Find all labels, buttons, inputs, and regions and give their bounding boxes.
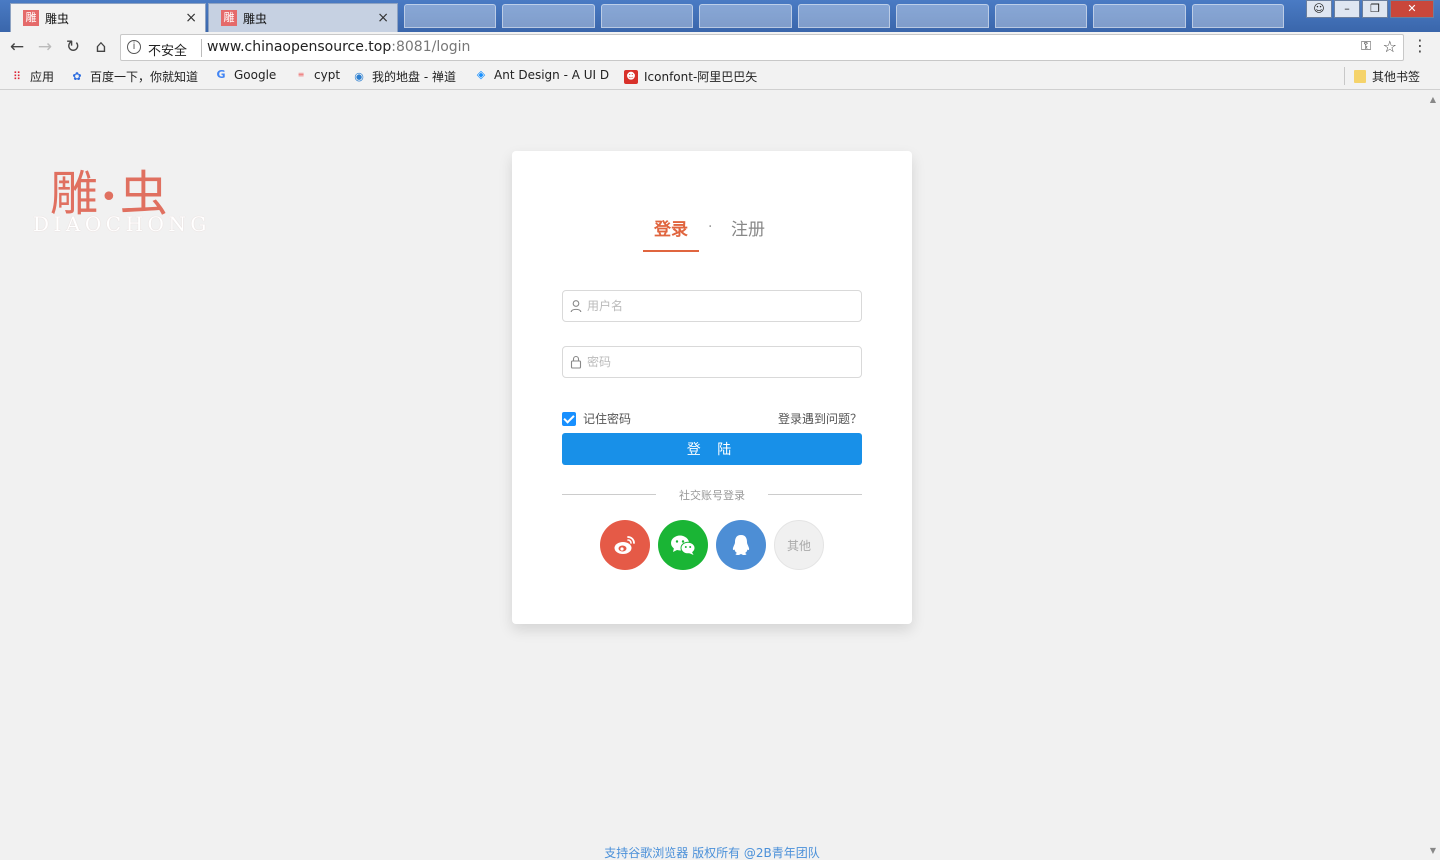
password-field — [562, 346, 862, 378]
minimize-button[interactable]: – — [1334, 0, 1360, 18]
browser-tab[interactable]: 雕 雕虫 × — [208, 3, 398, 32]
qq-icon — [732, 535, 750, 555]
bookmark-item[interactable]: ✿ 百度一下，你就知道 — [70, 68, 198, 85]
globe-icon: ◉ — [354, 69, 364, 83]
forward-button[interactable]: → — [35, 37, 55, 57]
bookmark-item[interactable]: G Google — [214, 68, 276, 82]
ant-design-icon: ◈ — [476, 68, 486, 81]
back-button[interactable]: ← — [7, 37, 27, 57]
background-tab[interactable] — [1191, 4, 1284, 28]
bookmark-label: Ant Design - A UI D — [494, 68, 610, 82]
cypt-icon: ≡ — [297, 70, 305, 79]
remember-password[interactable]: 记住密码 — [562, 410, 631, 427]
scroll-up-icon[interactable]: ▲ — [1430, 95, 1436, 104]
other-bookmarks[interactable]: 其他书签 — [1354, 68, 1420, 85]
tab-register[interactable]: 注册 — [731, 215, 765, 240]
tab-close-icon[interactable]: × — [377, 10, 389, 26]
other-bookmarks-label: 其他书签 — [1372, 70, 1421, 84]
footer-copyright: 支持谷歌浏览器 版权所有 @2B青年团队 — [604, 846, 820, 860]
wechat-login-button[interactable] — [658, 520, 708, 570]
logo-english: DIAOCHONG — [33, 212, 211, 236]
username-input[interactable] — [587, 291, 857, 321]
home-button[interactable]: ⌂ — [91, 37, 111, 57]
bookmark-label: 百度一下，你就知道 — [90, 70, 199, 84]
tab-separator: · — [708, 219, 713, 235]
qq-login-button[interactable] — [716, 520, 766, 570]
iconfont-icon: ☻ — [624, 69, 638, 84]
bookmarks-separator — [1344, 67, 1345, 85]
security-label[interactable]: 不安全 — [148, 40, 187, 59]
google-icon: G — [216, 68, 226, 81]
background-tab[interactable] — [502, 4, 595, 28]
bookmark-label: Iconfont-阿里巴巴矢 — [644, 70, 758, 84]
weibo-login-button[interactable] — [600, 520, 650, 570]
bookmark-item[interactable]: ≡ cypt — [294, 68, 340, 82]
login-trouble-link[interactable]: 登录遇到问题？ — [778, 410, 862, 427]
bookmark-label: 应用 — [30, 70, 55, 84]
tab-close-icon[interactable]: × — [185, 10, 197, 26]
social-divider: 社交账号登录 — [562, 485, 862, 505]
other-login-button[interactable]: 其他 — [774, 520, 824, 570]
bookmark-label: cypt — [314, 68, 341, 82]
browser-tab-active[interactable]: 雕 雕虫 × — [10, 3, 206, 32]
wechat-icon — [671, 535, 696, 555]
window-controls: ☺ – ❐ ✕ — [1306, 0, 1434, 18]
browser-toolbar: ← → ↻ ⌂ i 不安全 www.chinaopensource.top:80… — [0, 32, 1440, 62]
address-separator — [201, 39, 202, 57]
url-path: :8081/login — [391, 39, 471, 55]
tab-login[interactable]: 登录 — [643, 215, 699, 252]
background-tab[interactable] — [896, 4, 989, 28]
user-icon[interactable]: ☺ — [1306, 0, 1332, 18]
restore-button[interactable]: ❐ — [1362, 0, 1388, 18]
tab-favicon: 雕 — [221, 10, 237, 26]
remember-checkbox[interactable] — [562, 411, 576, 426]
background-tabs — [404, 4, 1284, 30]
social-login-buttons: 其他 — [600, 520, 824, 570]
bookmark-item[interactable]: ◈ Ant Design - A UI D — [474, 68, 609, 82]
username-field — [562, 290, 862, 322]
close-window-button[interactable]: ✕ — [1390, 0, 1434, 18]
weibo-icon — [614, 536, 635, 554]
divider-line — [768, 494, 862, 495]
background-tab[interactable] — [699, 4, 792, 28]
tab-favicon: 雕 — [23, 10, 39, 26]
bookmark-item[interactable]: ⠿ 应用 — [10, 68, 54, 85]
bookmark-item[interactable]: ◉ 我的地盘 - 禅道 — [352, 68, 456, 85]
bookmark-star-icon[interactable]: ☆ — [1383, 37, 1397, 56]
reload-button[interactable]: ↻ — [63, 37, 83, 57]
bookmarks-bar: ⠿ 应用 ✿ 百度一下，你就知道 G Google ≡ cypt ◉ 我的地盘 … — [0, 62, 1440, 90]
auth-tabs: 登录 · 注册 — [512, 211, 912, 252]
background-tab[interactable] — [797, 4, 891, 28]
bookmark-item[interactable]: ☻ Iconfont-阿里巴巴矢 — [624, 68, 757, 85]
bookmark-label: 我的地盘 - 禅道 — [372, 70, 456, 84]
key-icon[interactable]: ⚿ — [1361, 39, 1371, 54]
bookmark-label: Google — [234, 68, 277, 82]
user-icon — [570, 300, 582, 313]
baidu-icon: ✿ — [72, 69, 82, 83]
remember-label: 记住密码 — [583, 412, 632, 426]
background-tab[interactable] — [1093, 4, 1186, 28]
apps-icon: ⠿ — [12, 69, 22, 83]
background-tab[interactable] — [404, 4, 497, 28]
login-button[interactable]: 登 陆 — [562, 433, 862, 465]
social-login-label: 社交账号登录 — [679, 489, 745, 502]
background-tab[interactable] — [994, 4, 1088, 28]
browser-tab-bar: 雕 雕虫 × 雕 雕虫 × ☺ – ❐ ✕ — [0, 0, 1440, 32]
lock-icon — [570, 355, 582, 369]
url-host: www.chinaopensource.top — [207, 39, 392, 55]
menu-icon[interactable]: ⋮ — [1412, 38, 1428, 54]
url-text[interactable]: www.chinaopensource.top:8081/login — [207, 39, 470, 55]
info-icon[interactable]: i — [127, 40, 141, 54]
tab-title: 雕虫 — [243, 11, 268, 26]
background-tab[interactable] — [600, 4, 694, 28]
page-scrollbar[interactable] — [1424, 91, 1440, 860]
password-input[interactable] — [587, 347, 857, 377]
logo-dot: • — [100, 180, 120, 215]
login-card: 登录 · 注册 记住密码 登录遇到问题？ 登 陆 社交账号登录 — [512, 151, 912, 624]
scroll-down-icon[interactable]: ▼ — [1430, 846, 1436, 855]
folder-icon — [1354, 70, 1366, 83]
address-bar[interactable]: i 不安全 www.chinaopensource.top:8081/login… — [120, 34, 1404, 61]
tab-title: 雕虫 — [45, 11, 70, 26]
